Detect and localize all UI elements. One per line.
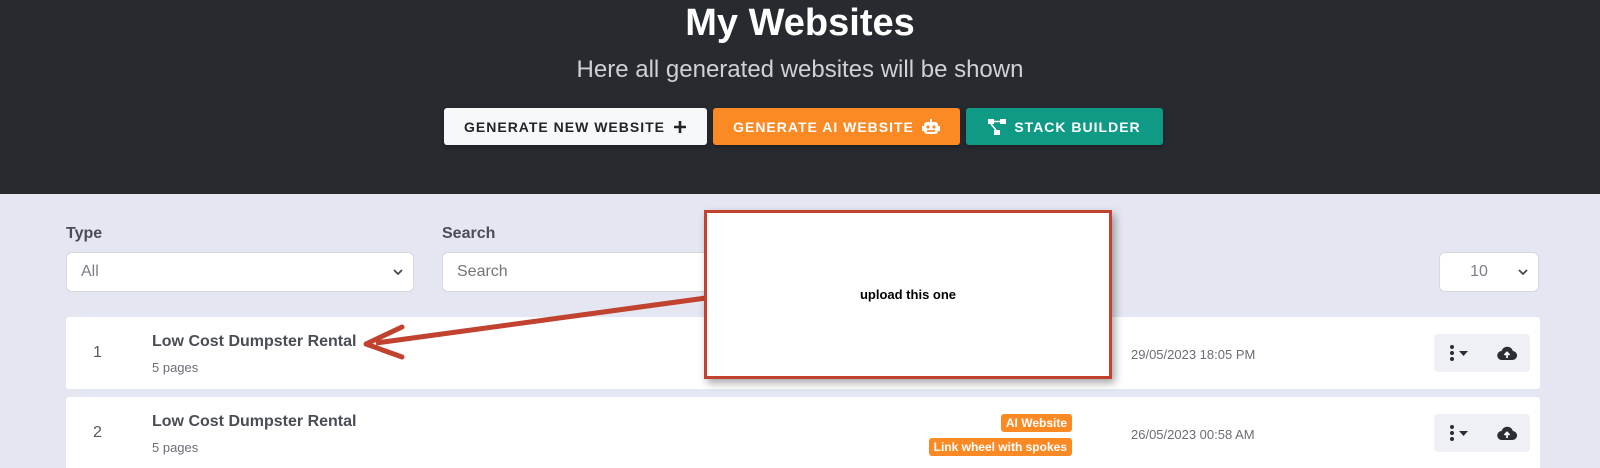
website-title[interactable]: Low Cost Dumpster Rental — [152, 413, 356, 431]
annotation-callout: upload this one — [704, 210, 1112, 379]
row-number: 2 — [93, 424, 102, 441]
per-page-value: 10 — [1470, 263, 1488, 280]
caret-down-icon — [1459, 430, 1468, 436]
stack-builder-button[interactable]: STACK BUILDER — [966, 108, 1163, 145]
type-select-value: All — [81, 263, 99, 280]
search-input[interactable] — [442, 252, 742, 292]
page-count: 5 pages — [152, 440, 199, 455]
row-actions-menu-button[interactable] — [1434, 414, 1484, 452]
chevron-down-icon — [1518, 269, 1528, 276]
robot-icon — [921, 118, 940, 134]
row-number: 1 — [93, 344, 102, 361]
stack-builder-label: STACK BUILDER — [1014, 118, 1141, 135]
upload-button[interactable] — [1484, 334, 1530, 372]
cloud-upload-icon — [1497, 426, 1517, 440]
generate-ai-website-button[interactable]: GENERATE AI WEBSITE — [713, 108, 960, 145]
chevron-down-icon — [393, 269, 403, 276]
row-actions-menu-button[interactable] — [1434, 334, 1484, 372]
caret-down-icon — [1459, 350, 1468, 356]
created-date: 29/05/2023 18:05 PM — [1131, 347, 1256, 362]
plus-icon — [673, 120, 686, 133]
page-title: My Websites — [685, 2, 915, 44]
annotation-text: upload this one — [859, 287, 957, 302]
tag-badge: AI Website — [1000, 414, 1072, 432]
tag-badge: Link wheel with spokes — [928, 438, 1072, 456]
website-title[interactable]: Low Cost Dumpster Rental — [152, 333, 356, 351]
type-select[interactable]: All — [66, 252, 414, 292]
created-date: 26/05/2023 00:58 AM — [1131, 427, 1255, 442]
upload-button[interactable] — [1484, 414, 1530, 452]
generate-new-website-button[interactable]: GENERATE NEW WEBSITE — [444, 108, 707, 145]
cloud-upload-icon — [1497, 346, 1517, 360]
stack-icon — [988, 118, 1007, 135]
generate-new-website-label: GENERATE NEW WEBSITE — [464, 118, 665, 135]
kebab-menu-icon — [1450, 345, 1454, 361]
website-row[interactable]: 2 Low Cost Dumpster Rental 5 pages AI We… — [66, 397, 1540, 468]
search-label: Search — [442, 225, 496, 242]
generate-ai-website-label: GENERATE AI WEBSITE — [733, 118, 914, 135]
per-page-select[interactable]: 10 — [1439, 252, 1539, 292]
page-count: 5 pages — [152, 360, 199, 375]
page-header: My Websites Here all generated websites … — [0, 0, 1600, 194]
kebab-menu-icon — [1450, 425, 1454, 441]
page-subtitle: Here all generated websites will be show… — [576, 56, 1024, 83]
type-filter-label: Type — [66, 225, 103, 242]
